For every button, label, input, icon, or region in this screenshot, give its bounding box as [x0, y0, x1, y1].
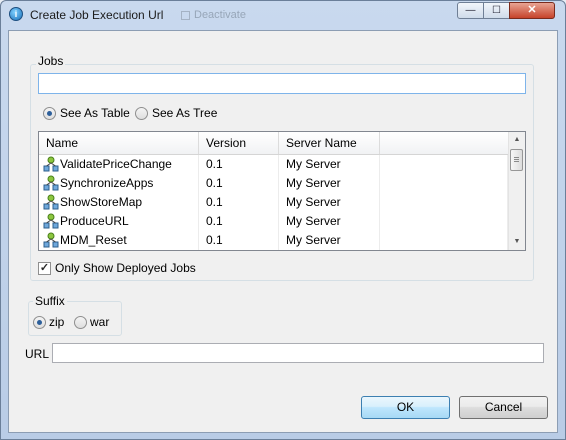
job-icon	[43, 194, 59, 210]
suffix-zip-label[interactable]: zip	[49, 315, 64, 329]
job-server: My Server	[279, 212, 380, 231]
scroll-down-arrow-icon[interactable]: ▼	[509, 234, 525, 250]
table-row[interactable]: ValidatePriceChange 0.1 My Server	[39, 155, 508, 174]
table-row[interactable]: SynchronizeApps 0.1 My Server	[39, 174, 508, 193]
job-version: 0.1	[199, 155, 279, 174]
job-name: ProduceURL	[60, 214, 129, 228]
jobs-group-label: Jobs	[36, 54, 66, 68]
maximize-button[interactable]: ☐	[483, 2, 510, 19]
job-name: SynchronizeApps	[60, 176, 154, 190]
table-body: ValidatePriceChange 0.1 My Server Synchr…	[39, 155, 508, 250]
job-server: My Server	[279, 155, 380, 174]
see-as-table-radio[interactable]	[43, 107, 56, 120]
scroll-thumb[interactable]	[510, 149, 523, 171]
job-filter-input[interactable]	[38, 73, 526, 94]
only-deployed-checkbox[interactable]: ✓	[38, 262, 51, 275]
suffix-war-radio[interactable]	[74, 316, 87, 329]
table-vertical-scrollbar[interactable]: ▲ ▼	[508, 132, 525, 250]
ok-button[interactable]: OK	[361, 396, 450, 419]
suffix-war-label[interactable]: war	[90, 315, 109, 329]
suffix-zip-radio[interactable]	[33, 316, 46, 329]
column-header-version[interactable]: Version	[199, 132, 279, 154]
job-version: 0.1	[199, 174, 279, 193]
table-header: Name Version Server Name	[39, 132, 508, 155]
job-version: 0.1	[199, 193, 279, 212]
background-ghost-text: Deactivate	[194, 9, 246, 21]
scroll-up-arrow-icon[interactable]: ▲	[509, 132, 525, 148]
app-info-icon: i	[9, 7, 23, 21]
job-name: ValidatePriceChange	[60, 157, 172, 171]
title-bar[interactable]: i Create Job Execution Url Deactivate — …	[1, 1, 565, 29]
job-version: 0.1	[199, 231, 279, 250]
dialog-client-area: Jobs See As Table See As Tree Name Versi…	[8, 30, 558, 433]
job-server: My Server	[279, 231, 380, 250]
table-row[interactable]: ShowStoreMap 0.1 My Server	[39, 193, 508, 212]
cancel-button[interactable]: Cancel	[459, 396, 548, 419]
job-name: MDM_Reset	[60, 233, 127, 247]
job-name: ShowStoreMap	[60, 195, 143, 209]
job-icon	[43, 156, 59, 172]
see-as-table-label[interactable]: See As Table	[60, 106, 130, 120]
job-icon	[43, 232, 59, 248]
close-button[interactable]: ✕	[509, 2, 555, 19]
table-row[interactable]: MDM_Reset 0.1 My Server	[39, 231, 508, 250]
job-icon	[43, 213, 59, 229]
jobs-table[interactable]: Name Version Server Name ValidatePriceCh…	[38, 131, 526, 251]
url-label: URL	[25, 347, 50, 361]
minimize-button[interactable]: —	[457, 2, 484, 19]
column-header-server-name[interactable]: Server Name	[279, 132, 380, 154]
see-as-tree-radio[interactable]	[135, 107, 148, 120]
job-server: My Server	[279, 193, 380, 212]
job-icon	[43, 175, 59, 191]
dialog-window: i Create Job Execution Url Deactivate — …	[0, 0, 566, 440]
only-deployed-label[interactable]: Only Show Deployed Jobs	[55, 261, 196, 275]
background-checkbox-ghost	[181, 11, 190, 20]
table-row[interactable]: ProduceURL 0.1 My Server	[39, 212, 508, 231]
url-input[interactable]	[52, 343, 544, 363]
column-header-name[interactable]: Name	[39, 132, 199, 154]
job-server: My Server	[279, 174, 380, 193]
see-as-tree-label[interactable]: See As Tree	[152, 106, 217, 120]
window-title: Create Job Execution Url	[30, 8, 164, 22]
job-version: 0.1	[199, 212, 279, 231]
suffix-group-label: Suffix	[33, 294, 67, 308]
